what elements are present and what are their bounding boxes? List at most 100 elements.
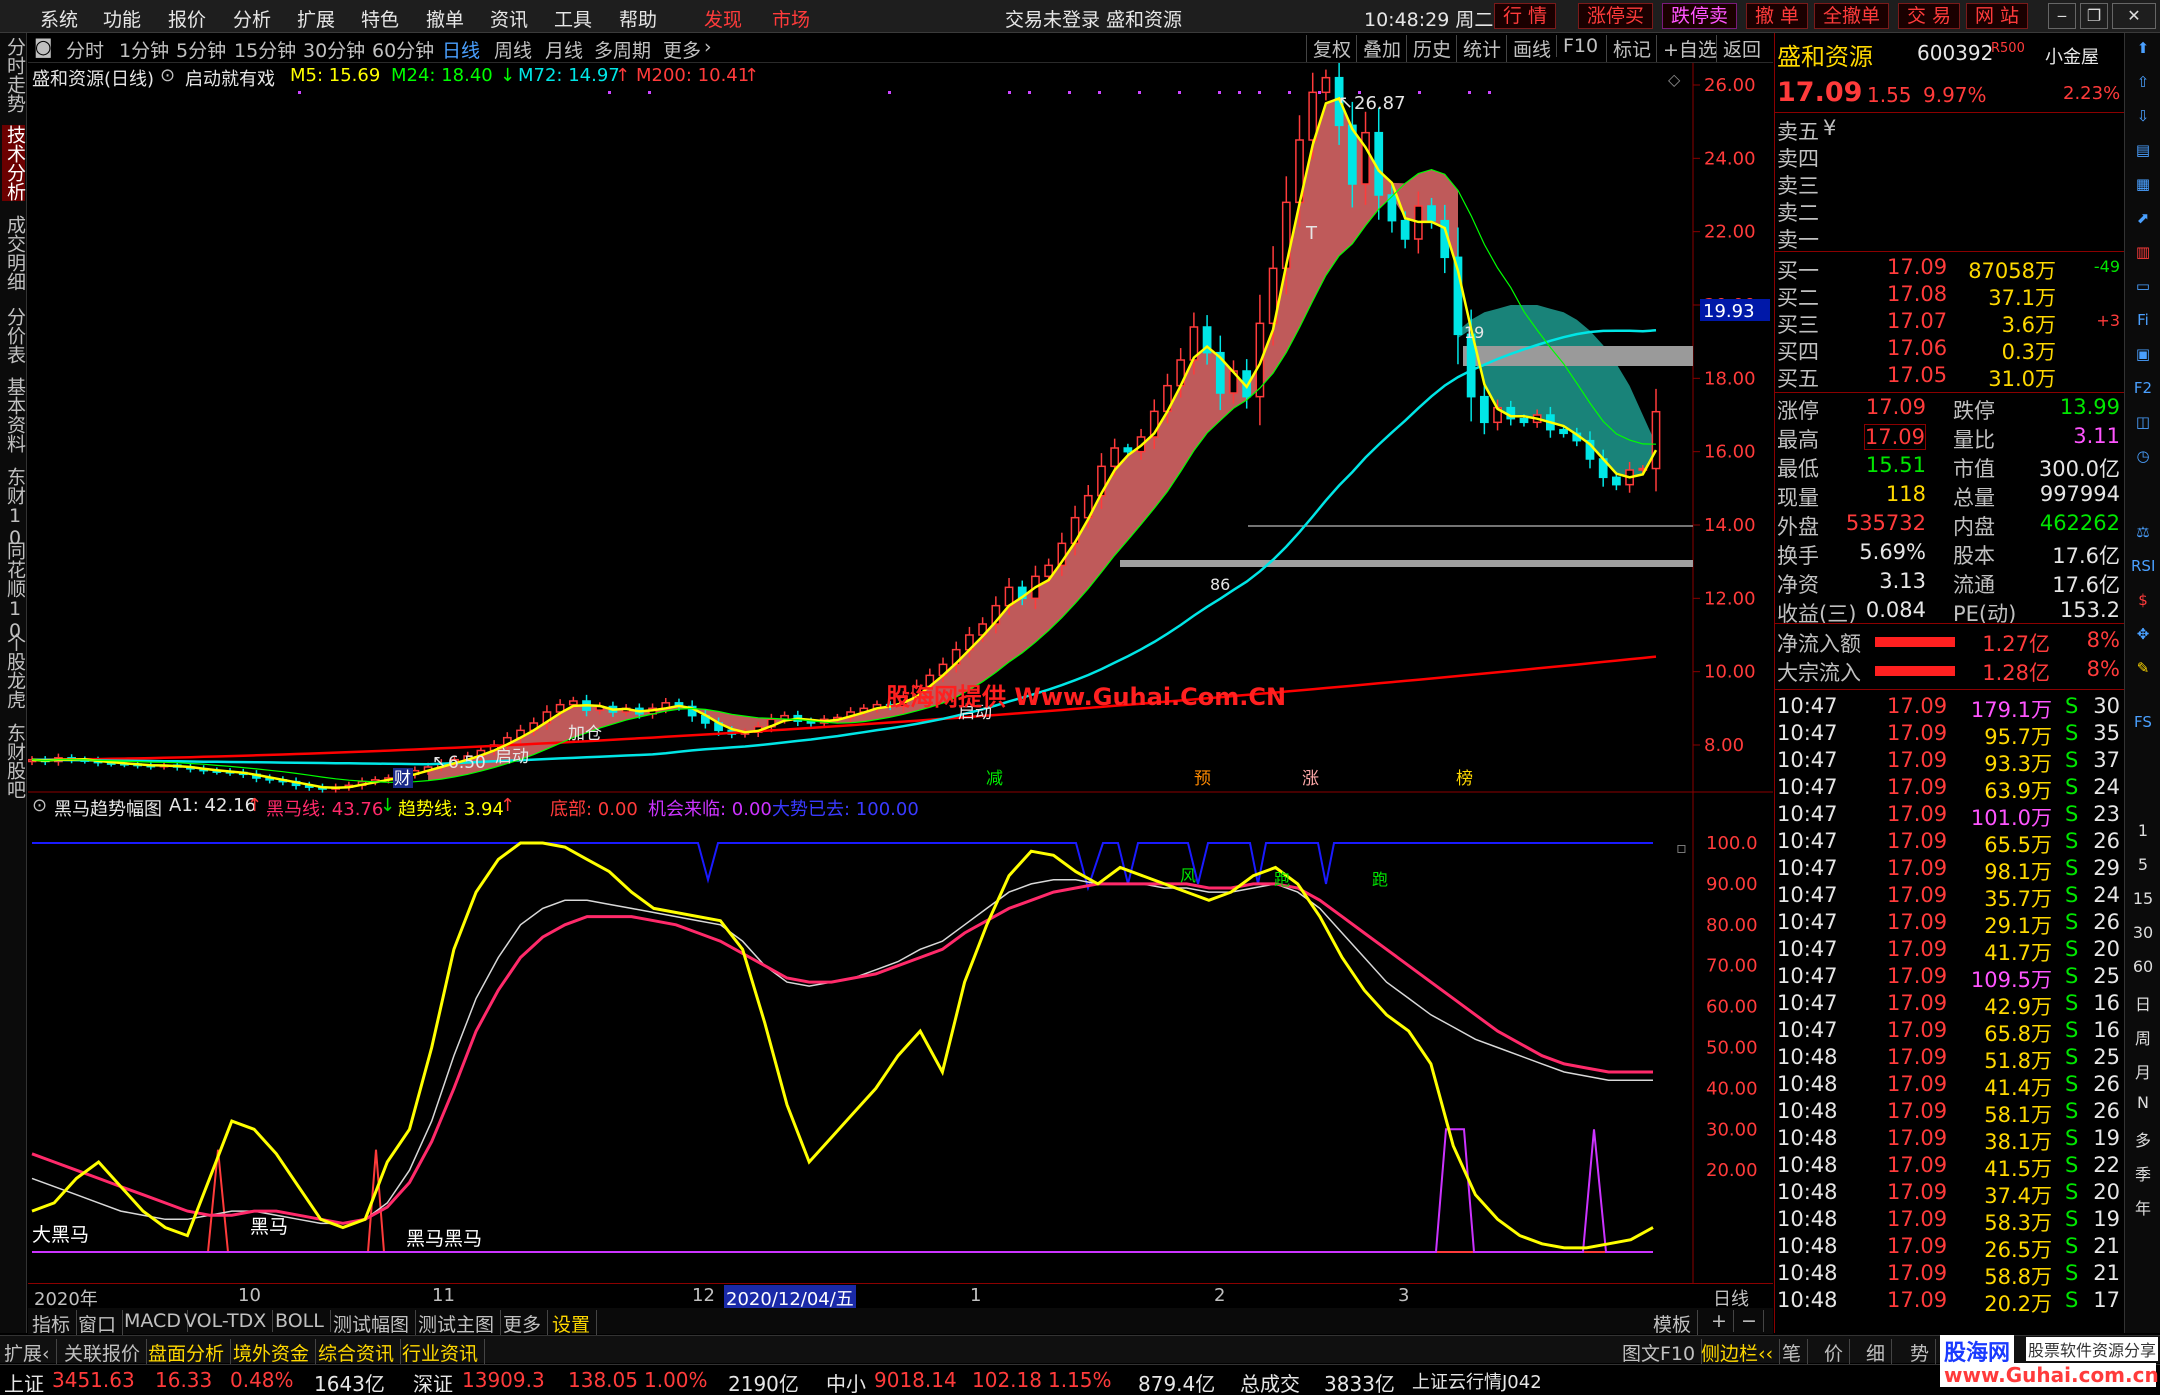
candle[interactable] [1519,417,1529,424]
quick-cancel-button[interactable]: 撤 单 [1746,3,1809,29]
btab-template[interactable]: 模板 [1653,1310,1699,1337]
candle[interactable] [1110,447,1120,468]
btab-more[interactable]: 更多 [503,1310,549,1337]
menu-tools[interactable]: 工具 [554,5,592,32]
quick-quote-button[interactable]: 行 情 [1494,3,1557,29]
indicator-name[interactable]: 黑马趋势幅图 [54,795,162,821]
btab-test-main[interactable]: 测试主图 [418,1310,502,1337]
tool-add-favorite[interactable]: +自选 [1656,35,1717,62]
quick-limitup-buy-button[interactable]: 涨停买 [1578,3,1654,29]
candle[interactable] [1427,205,1436,222]
btab-remove[interactable]: − [1741,1310,1764,1332]
tool-f10[interactable]: F10 [1556,35,1598,57]
rb-f10-icon[interactable]: Fi [2131,311,2155,333]
period-tab-weekly[interactable]: 周线 [494,36,532,63]
candle[interactable] [1123,447,1133,453]
tool-history[interactable]: 历史 [1406,35,1451,62]
rb-chart-icon[interactable]: ⬈ [2131,209,2155,231]
rb-grid-icon[interactable]: ▦ [2131,175,2155,197]
kline-chart[interactable]: 26.00 24.00 22.00 20.00 18.00 16.00 14.00 12.00… [28,63,1773,1283]
rb-period-0[interactable]: 1 [2131,821,2155,840]
rb-period-5[interactable]: 日 [2131,991,2155,1015]
candle[interactable] [1612,476,1621,486]
left-tab-price-table[interactable]: 分价表 [2,307,26,364]
rb-f2-icon[interactable]: F2 [2131,379,2155,401]
ribbon-sidebar[interactable]: 侧边栏‹‹ [1701,1339,1781,1366]
left-tab-trades[interactable]: 成交明细 [2,215,26,291]
rb-top-icon[interactable]: ⇧ [2131,73,2155,95]
period-tab-30m[interactable]: 30分钟 [303,36,365,63]
btab-window[interactable]: 窗口 [78,1310,124,1337]
ribbon-foreign-funds[interactable]: 境外资金 [233,1339,317,1366]
period-tab-5m[interactable]: 5分钟 [176,36,226,63]
candle[interactable] [1321,76,1331,94]
btab-test-sub[interactable]: 测试幅图 [333,1310,417,1337]
rb-scale-icon[interactable]: ⚖ [2131,523,2155,545]
rb-rsi-icon[interactable]: RSI [2131,557,2155,579]
btab-vol[interactable]: VOL-TDX [184,1310,274,1332]
ribbon-related[interactable]: 关联报价 [64,1339,148,1366]
rb-money-icon[interactable]: $ [2131,591,2155,613]
tool-restore-rights[interactable]: 复权 [1306,35,1351,62]
btab-boll[interactable]: BOLL [275,1310,331,1332]
period-tab-daily[interactable]: 日线 [442,36,480,63]
chart-toggle-icon[interactable]: ◙ [34,36,52,58]
quick-trade-button[interactable]: 交 易 [1898,3,1961,29]
rb-kline-icon[interactable]: ▥ [2131,243,2155,265]
left-tab-intraday[interactable]: 分时走势 [2,37,26,113]
golden-house-button[interactable]: 小金屋 [2045,43,2099,69]
menu-function[interactable]: 功能 [103,5,141,32]
candle[interactable] [1361,131,1370,185]
rb-period-1[interactable]: 5 [2131,855,2155,874]
rb-pen-icon[interactable]: ✎ [2131,659,2155,681]
status-news[interactable]: 上证云行情J042 [1412,1368,1542,1394]
minimize-icon[interactable]: ‒ [2048,3,2076,29]
period-tab-more[interactable]: 更多 [663,36,701,63]
period-tab-intraday[interactable]: 分时 [66,36,104,63]
diamond-icon[interactable]: ◇ [1668,70,1681,89]
rb-clock-icon[interactable]: ◷ [2131,447,2155,469]
rb-period-11[interactable]: 年 [2131,1195,2155,1219]
rb-box-icon[interactable]: ◫ [2131,413,2155,435]
menu-discover[interactable]: 发现 [704,5,742,32]
left-tab-technical[interactable]: 技术分析 [2,125,26,201]
menu-feature[interactable]: 特色 [361,5,399,32]
left-tab-ths10[interactable]: 同花顺10 [2,541,26,642]
ribbon-detail[interactable]: 细 [1866,1339,1893,1366]
candle[interactable] [568,700,578,706]
ribbon-news[interactable]: 综合资讯 [318,1339,402,1366]
panel-expand-icon[interactable]: ▫ [1676,838,1687,857]
btab-macd[interactable]: MACD [124,1310,188,1332]
rb-period-7[interactable]: 月 [2131,1059,2155,1083]
btab-indicator[interactable]: 指标 [32,1310,78,1337]
tool-overlay[interactable]: 叠加 [1356,35,1401,62]
status-sh-label[interactable]: 上证 [4,1368,44,1395]
menu-system[interactable]: 系统 [40,5,78,32]
menu-cancel[interactable]: 撤单 [426,5,464,32]
rb-move-icon[interactable]: ✥ [2131,625,2155,647]
tool-draw[interactable]: 画线 [1506,35,1551,62]
period-tab-monthly[interactable]: 月线 [545,36,583,63]
menu-help[interactable]: 帮助 [619,5,657,32]
rb-list-icon[interactable]: ▤ [2131,141,2155,163]
rb-period-9[interactable]: 多 [2131,1127,2155,1151]
rb-period-4[interactable]: 60 [2131,957,2155,976]
candle[interactable] [1651,410,1661,470]
rb-doc-icon[interactable]: ▭ [2131,277,2155,299]
rb-period-2[interactable]: 15 [2131,889,2155,908]
menu-market[interactable]: 市场 [772,5,810,32]
ribbon-market-analysis[interactable]: 盘面分析 [148,1339,232,1366]
candle[interactable] [1559,428,1568,435]
left-tab-dragon-tiger[interactable]: 个股龙虎 [2,633,26,709]
ribbon-trend[interactable]: 势 [1910,1339,1937,1366]
quick-website-button[interactable]: 网 站 [1966,3,2029,29]
tool-stats[interactable]: 统计 [1456,35,1501,62]
indicator-toggle-icon[interactable]: ⊙ [32,795,47,816]
left-tab-forum[interactable]: 东财股吧 [2,723,26,799]
status-zx-label[interactable]: 中小 [826,1368,866,1395]
menu-quote[interactable]: 报价 [168,5,206,32]
left-tab-eastmoney10[interactable]: 东财10 [2,467,26,549]
rb-period-3[interactable]: 30 [2131,923,2155,942]
period-tab-1m[interactable]: 1分钟 [119,36,169,63]
rb-period-6[interactable]: 周 [2131,1025,2155,1049]
